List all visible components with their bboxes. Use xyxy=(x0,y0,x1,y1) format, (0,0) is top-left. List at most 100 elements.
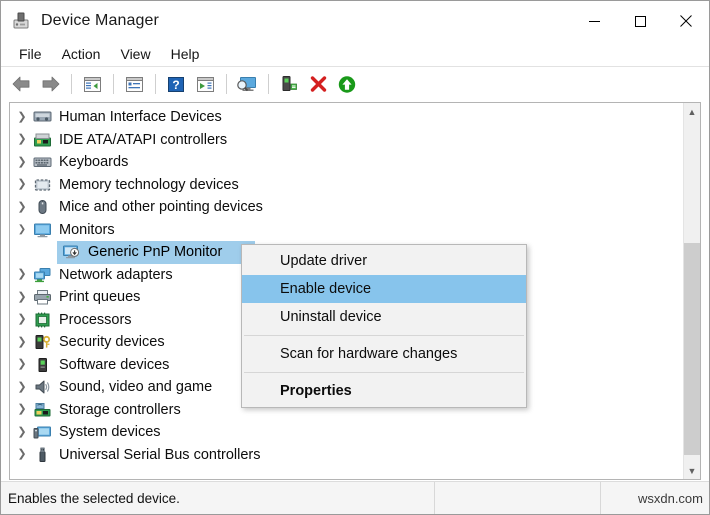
usb-controllers-icon xyxy=(32,446,52,464)
tree-item-label: Network adapters xyxy=(59,267,173,283)
tree-item-label: Universal Serial Bus controllers xyxy=(59,447,260,463)
chevron-right-icon[interactable]: ❯ xyxy=(12,449,32,460)
enable-device-button[interactable] xyxy=(333,71,361,97)
update-driver-button[interactable] xyxy=(275,71,303,97)
chevron-down-icon[interactable]: ❯ xyxy=(12,225,32,235)
chevron-right-icon[interactable]: ❯ xyxy=(12,157,32,168)
scan-for-hardware-changes-button[interactable] xyxy=(233,71,261,97)
network-adapters-icon xyxy=(32,266,52,284)
system-devices-icon xyxy=(32,423,52,441)
processor-icon xyxy=(32,311,52,329)
toolbar: ? xyxy=(1,67,709,101)
tree-item-mice-and-other-pointing-devices[interactable]: ❯ Mice and other pointing devices xyxy=(10,196,682,219)
context-menu-item-scan-for-hardware-changes[interactable]: Scan for hardware changes xyxy=(242,340,526,368)
help-question-icon: ? xyxy=(167,76,185,93)
scan-monitor-icon xyxy=(236,75,258,93)
printer-icon xyxy=(32,288,52,306)
memory-technology-icon xyxy=(32,176,52,194)
scrollbar-thumb[interactable] xyxy=(684,243,700,455)
minimize-icon xyxy=(589,16,600,27)
maximize-button[interactable] xyxy=(617,1,663,41)
chevron-right-icon[interactable]: ❯ xyxy=(12,269,32,280)
chevron-right-icon[interactable]: ❯ xyxy=(12,427,32,438)
help-button[interactable]: ? xyxy=(162,71,190,97)
back-arrow-icon xyxy=(11,75,32,93)
tree-item-keyboards[interactable]: ❯ Keyboa xyxy=(10,151,682,174)
console-tree-icon xyxy=(83,76,102,93)
menu-action[interactable]: Action xyxy=(52,43,111,65)
device-manager-icon xyxy=(11,11,31,31)
show-hide-console-tree-button[interactable] xyxy=(78,71,106,97)
tree-item-ide-ata-atapi-controllers[interactable]: ❯ IDE ATA/ATAPI controllers xyxy=(10,129,682,152)
forward-button[interactable] xyxy=(36,71,64,97)
chevron-right-icon[interactable]: ❯ xyxy=(12,382,32,393)
properties-panel-icon xyxy=(125,76,144,93)
menu-view[interactable]: View xyxy=(110,43,160,65)
chevron-right-icon[interactable]: ❯ xyxy=(12,337,32,348)
tree-item-human-interface-devices[interactable]: ❯ Human Interface Devices xyxy=(10,106,682,129)
scroll-up-button[interactable]: ▲ xyxy=(684,103,700,120)
tree-item-label: Mice and other pointing devices xyxy=(59,199,263,215)
chevron-right-icon[interactable]: ❯ xyxy=(12,359,32,370)
context-menu-item-uninstall-device[interactable]: Uninstall device xyxy=(242,303,526,331)
context-menu-item-properties[interactable]: Properties xyxy=(242,377,526,405)
sound-video-game-icon xyxy=(32,378,52,396)
update-driver-icon xyxy=(279,75,299,93)
menu-bar: File Action View Help xyxy=(1,41,709,67)
chevron-right-icon[interactable]: ❯ xyxy=(12,404,32,415)
context-menu-separator-2 xyxy=(244,372,524,373)
tree-item-label: Human Interface Devices xyxy=(59,109,222,125)
tree-item-monitors[interactable]: ❯ Monitors xyxy=(10,219,682,242)
tree-item-label: Generic PnP Monitor xyxy=(88,244,222,260)
menu-file[interactable]: File xyxy=(9,43,52,65)
tree-item-universal-serial-bus-controllers[interactable]: ❯ Universal Serial Bus controllers xyxy=(10,444,682,467)
toolbar-separator-3 xyxy=(155,74,156,94)
status-pane-middle xyxy=(435,482,601,514)
tree-item-label: Keyboards xyxy=(59,154,128,170)
scroll-down-button[interactable]: ▼ xyxy=(684,462,700,479)
watermark-label: wsxdn.com xyxy=(601,482,709,514)
chevron-right-icon[interactable]: ❯ xyxy=(12,314,32,325)
storage-controllers-icon xyxy=(32,401,52,419)
maximize-icon xyxy=(635,16,646,27)
tree-item-label: Sound, video and game xyxy=(59,379,212,395)
properties-button[interactable] xyxy=(120,71,148,97)
caption-button-group xyxy=(571,1,709,41)
tree-item-generic-pnp-monitor[interactable]: Generic PnP Monitor xyxy=(57,241,255,264)
chevron-right-icon[interactable]: ❯ xyxy=(12,292,32,303)
chevron-right-icon[interactable]: ❯ xyxy=(12,179,32,190)
back-button[interactable] xyxy=(7,71,35,97)
menu-help[interactable]: Help xyxy=(161,43,210,65)
software-devices-icon xyxy=(32,356,52,374)
tree-item-label: Storage controllers xyxy=(59,402,181,418)
tree-item-memory-technology-devices[interactable]: ❯ Memory technology devices xyxy=(10,174,682,197)
human-interface-devices-icon xyxy=(32,108,52,126)
ide-controllers-icon xyxy=(32,131,52,149)
title-bar: Device Manager xyxy=(1,1,709,41)
minimize-button[interactable] xyxy=(571,1,617,41)
disabled-monitor-icon xyxy=(61,243,81,261)
tree-item-label: Software devices xyxy=(59,357,169,373)
tree-item-label: System devices xyxy=(59,424,161,440)
tree-item-label: Monitors xyxy=(59,222,115,238)
tree-item-system-devices[interactable]: ❯ System devices xyxy=(10,421,682,444)
context-menu-item-enable-device[interactable]: Enable device xyxy=(242,275,526,303)
chevron-right-icon[interactable]: ❯ xyxy=(12,112,32,123)
status-bar: Enables the selected device. wsxdn.com xyxy=(1,481,709,514)
chevron-right-icon[interactable]: ❯ xyxy=(12,202,32,213)
context-menu-item-update-driver[interactable]: Update driver xyxy=(242,247,526,275)
tree-item-label: Print queues xyxy=(59,289,140,305)
toolbar-separator-5 xyxy=(268,74,269,94)
chevron-right-icon[interactable]: ❯ xyxy=(12,134,32,145)
close-button[interactable] xyxy=(663,1,709,41)
context-menu-separator-1 xyxy=(244,335,524,336)
close-icon xyxy=(680,15,692,27)
vertical-scrollbar[interactable]: ▲ ▼ xyxy=(683,103,700,479)
svg-text:?: ? xyxy=(172,78,179,92)
action-menu-button[interactable] xyxy=(191,71,219,97)
uninstall-device-button[interactable] xyxy=(304,71,332,97)
tree-item-label: Memory technology devices xyxy=(59,177,239,193)
tree-item-label: Processors xyxy=(59,312,132,328)
forward-arrow-icon xyxy=(40,75,61,93)
toolbar-separator-4 xyxy=(226,74,227,94)
